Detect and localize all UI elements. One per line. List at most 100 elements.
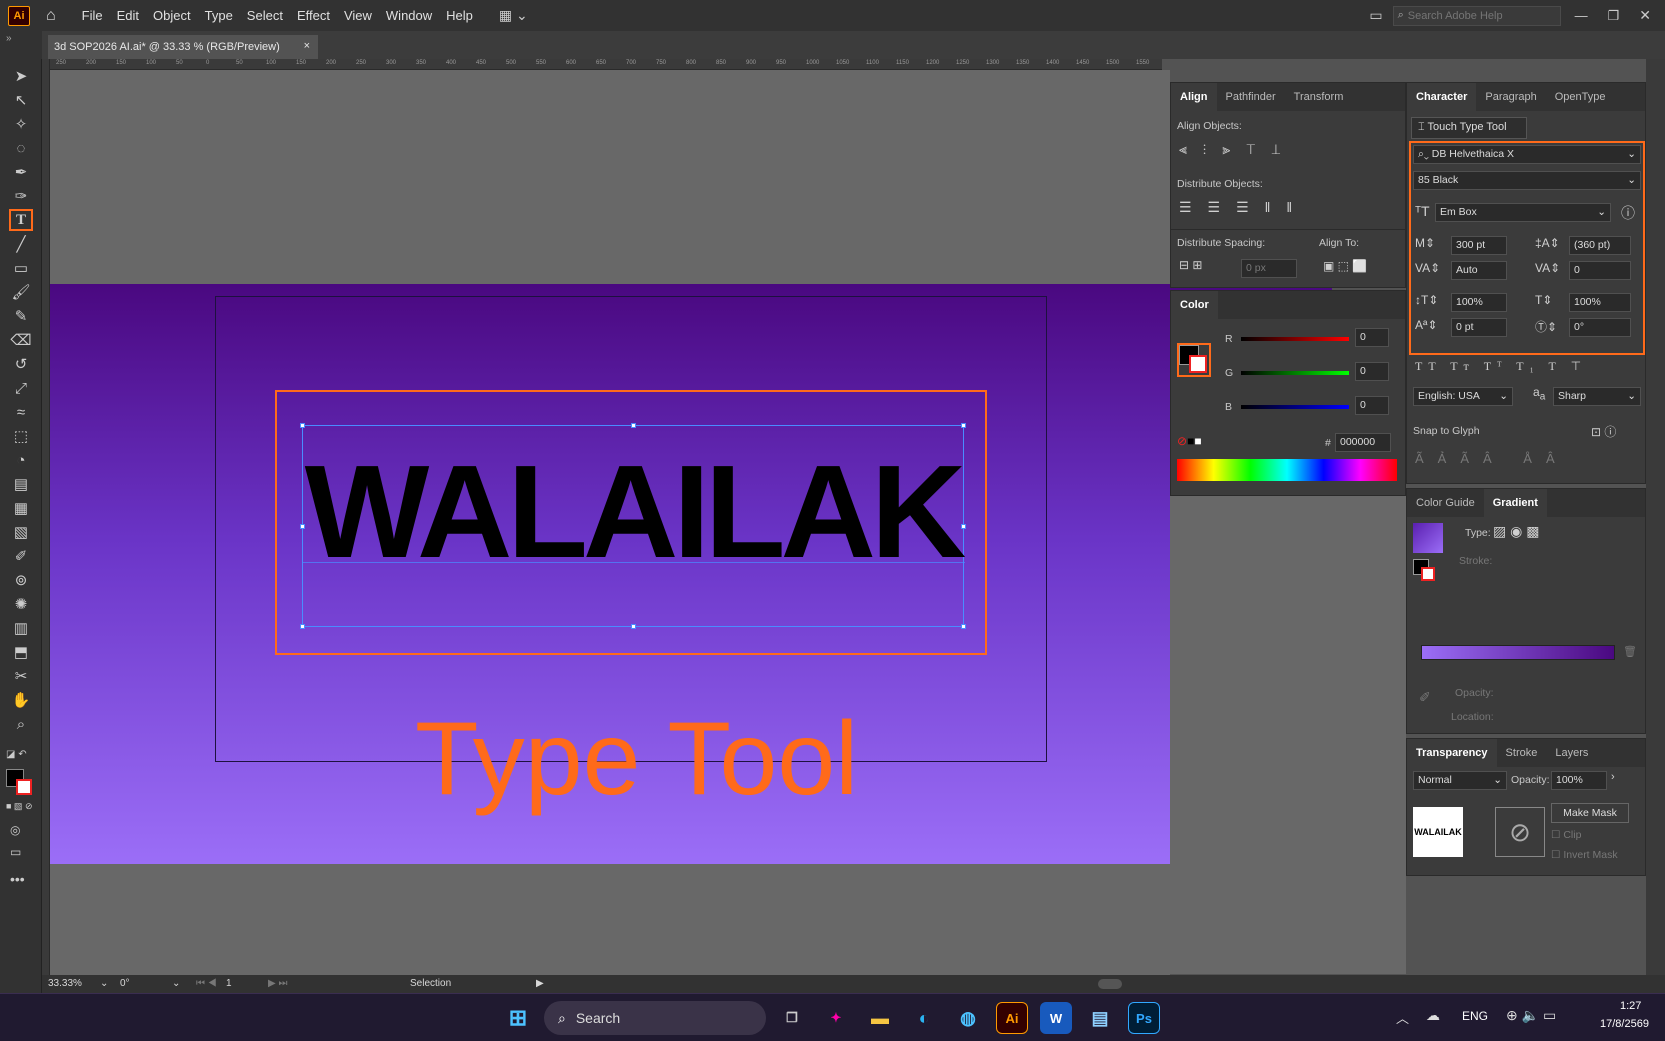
zoom-level[interactable]: 33.33% (48, 978, 82, 989)
walailak-text[interactable]: WALAILAK (302, 446, 967, 578)
perspective-grid-tool-icon[interactable]: ▤ (9, 473, 33, 495)
tab-transform[interactable]: Transform (1285, 83, 1353, 111)
notepad-icon[interactable]: ▤ (1084, 1002, 1116, 1034)
windows-start-icon[interactable]: ⊞ (502, 1002, 534, 1034)
delete-stop-icon[interactable]: 🗑 (1623, 645, 1637, 658)
slice-tool-icon[interactable]: ✂ (9, 665, 33, 687)
hex-value[interactable]: 000000 (1335, 433, 1391, 452)
font-family-field[interactable]: ⌕⌄ DB Helvethaica X ⌄ (1413, 145, 1641, 164)
document-tab[interactable]: 3d SOP2026 AI.ai* @ 33.33 % (RGB/Preview… (48, 35, 318, 59)
default-fill-stroke-icon[interactable]: ◪ ↶ (6, 749, 27, 760)
zoom-dropdown-icon[interactable]: ⌄ (100, 978, 108, 989)
artboard-tool-icon[interactable]: ⬒ (9, 641, 33, 663)
eyedropper-tool-icon[interactable]: ✐ (9, 545, 33, 567)
artboard[interactable]: WALAILAK Type Tool (50, 284, 1332, 864)
anti-aliasing-select[interactable]: Sharp ⌄ (1553, 387, 1641, 406)
language-select[interactable]: English: USA ⌄ (1413, 387, 1513, 406)
symbol-sprayer-tool-icon[interactable]: ✺ (9, 593, 33, 615)
shaper-tool-icon[interactable]: ✎ (9, 305, 33, 327)
tab-character[interactable]: Character (1407, 83, 1477, 111)
file-explorer-icon[interactable]: ▬ (864, 1002, 896, 1034)
rotation-value[interactable]: 0° (120, 978, 130, 989)
menu-window[interactable]: Window (386, 8, 432, 23)
clip-checkbox[interactable]: ☐ Clip (1551, 829, 1581, 841)
menu-file[interactable]: File (82, 8, 103, 23)
character-rotation-field[interactable]: 0° (1569, 318, 1631, 337)
bbox-handle[interactable] (300, 624, 305, 629)
distribute-objects-buttons[interactable]: ☰☰☰‖‖ (1179, 199, 1308, 216)
screen-mode-icon[interactable]: ▭ (10, 845, 21, 859)
artboard-nav-next-icon[interactable]: ▶ ⏭ (268, 978, 287, 989)
r-slider[interactable] (1241, 337, 1349, 341)
line-tool-icon[interactable]: ╱ (9, 233, 33, 255)
shape-builder-tool-icon[interactable]: ◔ (9, 449, 33, 471)
tab-align[interactable]: Align (1171, 83, 1217, 111)
edge-icon[interactable]: ◐ (908, 1002, 940, 1034)
tray-network-icon[interactable]: ☁ (1426, 1007, 1440, 1024)
opacity-expand-icon[interactable]: › (1611, 771, 1615, 783)
gradient-stroke-swatch[interactable] (1421, 567, 1435, 581)
search-help-input[interactable] (1407, 9, 1548, 22)
blend-tool-icon[interactable]: ⊚ (9, 569, 33, 591)
menu-object[interactable]: Object (153, 8, 191, 23)
em-box-select[interactable]: Em Box ⌄ (1435, 203, 1611, 222)
wifi-icon[interactable]: ⊕ 🔈 ▭ (1506, 1007, 1556, 1024)
transparency-opacity-field[interactable]: 100% (1551, 771, 1607, 790)
baseline-shift-field[interactable]: 0 pt (1451, 318, 1507, 337)
rectangle-tool-icon[interactable]: ▭ (9, 257, 33, 279)
stroke-swatch[interactable] (16, 779, 32, 795)
color-mode-icons[interactable]: ■ ▧ ⊘ (6, 801, 32, 812)
paintbrush-tool-icon[interactable]: 🖌 (9, 281, 33, 303)
leading-field[interactable]: (360 pt) (1569, 236, 1631, 255)
status-menu-icon[interactable]: ▶ (536, 978, 544, 989)
menu-effect[interactable]: Effect (297, 8, 330, 23)
touch-type-tool-button[interactable]: ⌶ Touch Type Tool (1411, 117, 1527, 139)
font-style-field[interactable]: 85 Black ⌄ (1413, 171, 1641, 190)
snap-glyph-options-icon[interactable]: ⊡ ⓘ (1591, 423, 1616, 440)
color-stroke-swatch[interactable] (1189, 355, 1207, 373)
arrange-documents-icon[interactable]: ▭ (1369, 7, 1382, 24)
scale-tool-icon[interactable]: ⤢ (9, 377, 33, 399)
tab-paragraph[interactable]: Paragraph (1476, 83, 1545, 111)
tab-color[interactable]: Color (1171, 291, 1218, 319)
align-objects-buttons[interactable]: ⫷⫶⫸⊤⊥ (1179, 141, 1296, 158)
language-indicator[interactable]: ENG (1462, 1009, 1488, 1023)
curvature-tool-icon[interactable]: ✑ (9, 185, 33, 207)
tab-stroke[interactable]: Stroke (1497, 739, 1547, 767)
rotate-tool-icon[interactable]: ↺ (9, 353, 33, 375)
menu-view[interactable]: View (344, 8, 372, 23)
b-value[interactable]: 0 (1355, 396, 1389, 415)
photoshop-icon[interactable]: Ps (1128, 1002, 1160, 1034)
mesh-tool-icon[interactable]: ▦ (9, 497, 33, 519)
bbox-handle[interactable] (631, 624, 636, 629)
close-document-icon[interactable]: × (304, 40, 310, 52)
distribute-spacing-buttons[interactable]: ⊟ ⊞ (1179, 258, 1202, 272)
gradient-tool-icon[interactable]: ▧ (9, 521, 33, 543)
hand-tool-icon[interactable]: ✋ (9, 689, 33, 711)
g-slider[interactable] (1241, 371, 1349, 375)
selection-tool-icon[interactable]: ➤ (9, 65, 33, 87)
collapse-toolbar-icon[interactable]: » (0, 31, 42, 59)
tracking-field[interactable]: 0 (1569, 261, 1631, 280)
tray-chevron-icon[interactable]: ︿ (1396, 1008, 1409, 1027)
gradient-type-buttons[interactable]: ▨ ◉ ▩ (1493, 523, 1539, 540)
gradient-eyedropper-icon[interactable]: ✐ (1419, 689, 1431, 706)
warp-tool-icon[interactable]: ≈ (9, 401, 33, 423)
font-size-field[interactable]: 300 pt (1451, 236, 1507, 255)
tab-layers[interactable]: Layers (1546, 739, 1597, 767)
free-transform-tool-icon[interactable]: ⬚ (9, 425, 33, 447)
gradient-preview[interactable] (1413, 523, 1443, 553)
snap-glyph-buttons[interactable]: ÃẢÃÂ ÅÂ (1415, 451, 1569, 466)
bbox-handle[interactable] (631, 423, 636, 428)
tab-gradient[interactable]: Gradient (1483, 489, 1547, 517)
vertical-scale-field[interactable]: 100% (1451, 293, 1507, 312)
r-value[interactable]: 0 (1355, 328, 1389, 347)
menu-type[interactable]: Type (205, 8, 233, 23)
copilot-icon[interactable]: ✦ (820, 1002, 852, 1034)
bbox-handle[interactable] (300, 423, 305, 428)
tab-opentype[interactable]: OpenType (1546, 83, 1615, 111)
info-icon[interactable]: ⓘ (1621, 203, 1635, 223)
tab-transparency[interactable]: Transparency (1407, 739, 1497, 767)
restore-icon[interactable]: ❐ (1608, 8, 1620, 24)
draw-mode-icon[interactable]: ◎ (10, 823, 20, 837)
